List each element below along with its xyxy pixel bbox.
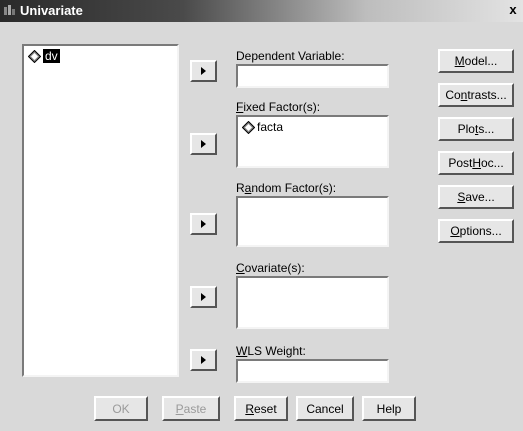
paste-button[interactable]: Paste (162, 396, 220, 421)
ok-button[interactable]: OK (94, 396, 148, 421)
post-hoc-button[interactable]: Post Hoc... (438, 151, 514, 175)
scale-variable-icon (242, 120, 255, 134)
dependent-variable-field[interactable] (236, 64, 389, 88)
fixed-factors-label: Fixed Factor(s): (236, 100, 321, 114)
covariates-label: Covariate(s): (236, 261, 305, 275)
wls-weight-label: WLS Weight: (236, 344, 306, 358)
move-random-factor-button[interactable] (190, 213, 217, 235)
random-factors-list[interactable] (236, 196, 389, 247)
move-dependent-button[interactable] (190, 60, 217, 82)
options-button[interactable]: Options... (438, 219, 514, 243)
variable-label: dv (43, 49, 60, 63)
scale-variable-icon (28, 49, 41, 63)
variable-label: facta (257, 120, 284, 134)
plots-button[interactable]: Plo t s... (438, 117, 514, 141)
contrasts-button[interactable]: Co n trasts... (438, 83, 514, 107)
move-fixed-factor-button[interactable] (190, 133, 217, 155)
reset-button[interactable]: Reset (234, 396, 288, 421)
close-icon[interactable]: x (505, 2, 521, 18)
move-covariate-button[interactable] (190, 286, 217, 308)
list-item[interactable]: facta (242, 120, 283, 134)
fixed-factors-list[interactable]: facta (236, 115, 389, 168)
save-button[interactable]: Save... (438, 185, 514, 209)
model-button[interactable]: Model... (438, 49, 514, 73)
random-factors-label: Random Factor(s): (236, 181, 337, 195)
univariate-dialog: Univariate x dv Dependent Variable: Fixe… (0, 0, 523, 431)
list-item[interactable]: dv (28, 49, 60, 63)
spss-app-icon (4, 5, 15, 15)
dependent-variable-label: Dependent Variable: (236, 49, 345, 63)
cancel-button[interactable]: Cancel (296, 396, 354, 421)
window-title: Univariate (20, 3, 83, 18)
move-wls-weight-button[interactable] (190, 349, 217, 371)
source-variable-list[interactable]: dv (22, 44, 179, 377)
help-button[interactable]: Help (362, 396, 416, 421)
covariates-list[interactable] (236, 276, 389, 329)
wls-weight-field[interactable] (236, 359, 389, 383)
title-bar[interactable]: Univariate x (0, 0, 523, 22)
